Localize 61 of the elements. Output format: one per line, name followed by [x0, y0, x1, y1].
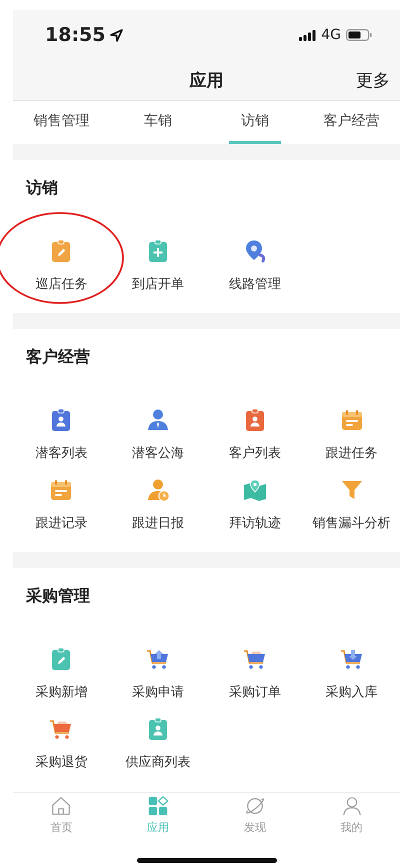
app-shortcut[interactable]: 供应商列表 — [110, 717, 206, 771]
app-label: 采购退货 — [35, 754, 88, 771]
category-tab[interactable]: 访销 — [206, 101, 304, 144]
app-label: 客户列表 — [228, 445, 281, 462]
category-tab[interactable]: 销售管理 — [13, 101, 110, 144]
app-shortcut[interactable]: 采购订单 — [206, 647, 304, 701]
app-label: 跟进任务 — [326, 445, 378, 462]
category-tab[interactable]: 客户经营 — [303, 101, 400, 144]
apps-icon — [147, 795, 170, 817]
status-time: 18:55 — [45, 24, 106, 46]
app-label: 采购订单 — [228, 684, 281, 701]
app-label: 线路管理 — [228, 276, 281, 293]
calendar-icon — [49, 478, 74, 502]
app-shortcut[interactable]: 跟进任务 — [303, 408, 400, 462]
app-label: 拜访轨迹 — [228, 515, 281, 532]
app-shortcut[interactable]: 采购申请 — [110, 647, 206, 701]
signal-icon — [299, 30, 316, 40]
network-label: 4G — [321, 27, 341, 43]
person-icon — [146, 478, 170, 502]
app-shortcut[interactable]: 跟进日报 — [110, 478, 206, 532]
battery-icon — [346, 29, 372, 41]
app-label: 采购入库 — [326, 684, 378, 701]
section-title: 采购管理 — [25, 586, 91, 607]
map-icon — [242, 478, 267, 502]
app-label: 潜客列表 — [35, 445, 88, 462]
profile-icon — [340, 795, 363, 817]
page-title: 应用 — [190, 70, 224, 92]
app-shortcut[interactable]: 客户列表 — [206, 408, 304, 462]
app-label: 到店开单 — [132, 276, 184, 293]
app-label: 供应商列表 — [126, 754, 191, 771]
home-icon — [50, 795, 72, 817]
app-shortcut[interactable]: 跟进记录 — [13, 478, 110, 532]
app-label: 销售漏斗分析 — [312, 515, 391, 532]
app-label: 潜客公海 — [132, 445, 184, 462]
funnel-icon — [340, 478, 364, 502]
category-tab[interactable]: 车销 — [110, 101, 206, 144]
app-shortcut[interactable]: 线路管理 — [206, 239, 304, 293]
app-shortcut[interactable]: 采购新增 — [13, 647, 110, 701]
app-label: 采购申请 — [132, 684, 184, 701]
shopping-cart-icon — [146, 647, 170, 671]
app-label: 巡店任务 — [35, 276, 88, 293]
app-shortcut[interactable]: 销售漏斗分析 — [303, 478, 400, 532]
location-arrow-icon — [110, 28, 124, 42]
app-shortcut[interactable]: 潜客公海 — [110, 408, 206, 462]
app-shortcut[interactable]: 拜访轨迹 — [206, 478, 304, 532]
section-title: 访销 — [24, 178, 59, 199]
app-label: 跟进日报 — [132, 515, 184, 532]
app-label: 采购新增 — [35, 684, 88, 701]
app-shortcut[interactable]: 到店开单 — [110, 239, 206, 293]
person-icon — [146, 408, 170, 432]
app-shortcut[interactable]: 采购入库 — [303, 647, 400, 701]
calendar-icon — [340, 408, 364, 432]
app-shortcut[interactable]: 潜客列表 — [13, 408, 110, 462]
app-shortcut[interactable]: 采购退货 — [13, 717, 110, 771]
planet-icon — [244, 795, 266, 817]
shopping-cart-icon — [242, 647, 267, 671]
more-link[interactable]: 更多 — [356, 68, 390, 92]
shopping-cart-icon — [49, 717, 74, 741]
section-title: 客户经营 — [25, 347, 91, 368]
app-label: 跟进记录 — [35, 515, 88, 532]
shopping-cart-icon — [340, 647, 364, 671]
